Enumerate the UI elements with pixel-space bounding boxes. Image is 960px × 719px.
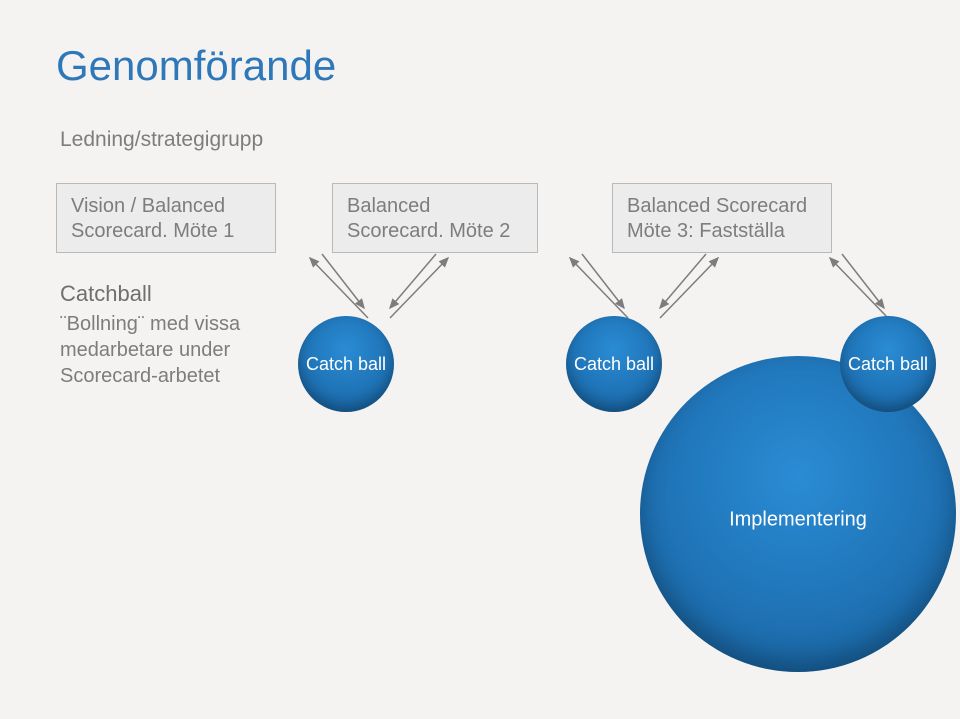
- catchball-circle-3-label: Catch ball: [848, 354, 928, 375]
- meeting-box-3: Balanced Scorecard Möte 3: Fastställa: [612, 183, 832, 253]
- meeting-box-2: Balanced Scorecard. Möte 2: [332, 183, 538, 253]
- implementation-label: Implementering: [729, 509, 867, 532]
- arrows-circle2-box3: [640, 250, 740, 330]
- subtitle: Ledning/strategigrupp: [60, 128, 263, 152]
- catchball-heading: Catchball: [60, 280, 270, 309]
- catchball-description: Catchball ¨Bollning¨ med vissa medarbeta…: [60, 280, 270, 389]
- arrows-box3-circle3: [820, 250, 920, 330]
- page-title: Genomförande: [56, 42, 336, 90]
- catchball-body: ¨Bollning¨ med vissa medarbetare under S…: [60, 313, 240, 387]
- catchball-circle-2: Catch ball: [566, 316, 662, 412]
- catchball-circle-1-label: Catch ball: [306, 354, 386, 375]
- arrows-circle1-box2: [370, 250, 470, 330]
- catchball-circle-3: Catch ball: [840, 316, 936, 412]
- meeting-box-1: Vision / Balanced Scorecard. Möte 1: [56, 183, 276, 253]
- catchball-circle-1: Catch ball: [298, 316, 394, 412]
- catchball-circle-2-label: Catch ball: [574, 354, 654, 375]
